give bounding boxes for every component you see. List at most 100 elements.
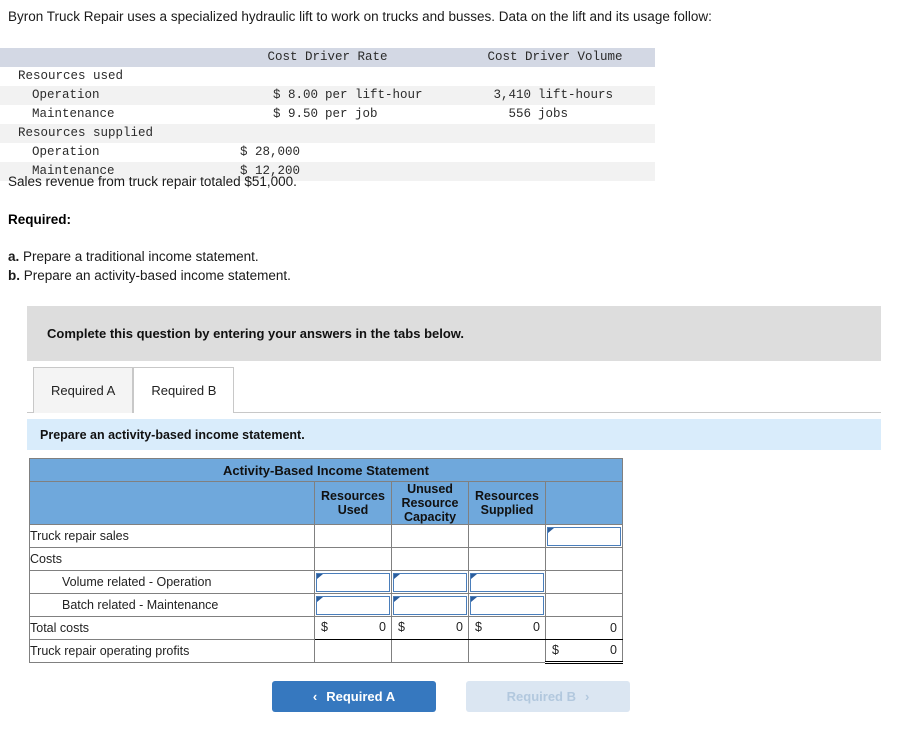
input-wrapper-maintenance-resources-used[interactable]: [316, 595, 390, 615]
cell-costs-resources-supplied: [468, 547, 546, 571]
rate-value: $ 9.50: [272, 107, 318, 121]
col-header-resources-used: Resources Used: [314, 481, 392, 525]
row-rate-resources-supplied: [200, 124, 455, 143]
input-operation-resources-supplied[interactable]: [471, 573, 543, 591]
required-a-nav-label: Required A: [326, 689, 396, 704]
input-maintenance-unused-capacity[interactable]: [394, 596, 466, 614]
row-label-maintenance-used: Maintenance: [32, 107, 115, 121]
tab-bar: Required A Required B: [33, 367, 235, 413]
input-wrapper-operation-resources-used[interactable]: [316, 572, 390, 592]
cell-sales-resources-supplied: [468, 524, 546, 548]
requirement-item-b: b. Prepare an activity-based income stat…: [8, 266, 291, 285]
col-header-blank-left: [29, 481, 315, 525]
col-header-blank-right: [545, 481, 623, 525]
required-a-nav-button[interactable]: ‹ Required A: [272, 681, 436, 712]
input-wrapper-maintenance-unused-capacity[interactable]: [393, 595, 467, 615]
row-volume-resources-supplied: [455, 124, 655, 143]
statement-title-row: Activity-Based Income Statement: [29, 458, 623, 482]
tab-required-a[interactable]: Required A: [33, 367, 134, 413]
cell-operation-resources-used[interactable]: [314, 570, 392, 594]
row-volume-operation-used: 3,410 lift-hours: [455, 86, 655, 105]
requirements-list: a. Prepare a traditional income statemen…: [8, 247, 291, 285]
required-heading: Required:: [8, 212, 72, 227]
sales-revenue-text: Sales revenue from truck repair totaled …: [8, 174, 297, 189]
row-label-volume-related-operation: Volume related - Operation: [29, 570, 315, 594]
row-volume-resources-used: [455, 67, 655, 86]
rate-unit: per job: [325, 107, 378, 121]
cell-operation-unused-capacity[interactable]: [391, 570, 469, 594]
value-operating-profit: 0: [610, 643, 617, 657]
table-row: Truck repair operating profits $0: [29, 639, 623, 664]
input-maintenance-resources-used[interactable]: [317, 596, 389, 614]
row-label-costs: Costs: [29, 547, 315, 571]
cell-operation-total: [545, 570, 623, 594]
cost-driver-data-table: Cost Driver Rate Cost Driver Volume Reso…: [0, 48, 655, 181]
row-label-operation-supplied: Operation: [32, 145, 100, 159]
row-volume-maintenance-used: 556 jobs: [455, 105, 655, 124]
money-total-unused-capacity: $0: [392, 617, 468, 639]
rate-unit: per lift-hour: [325, 88, 423, 102]
col-header-resources-supplied: Resources Supplied: [468, 481, 546, 525]
row-label-total-costs: Total costs: [29, 616, 315, 640]
data-header-blank: [0, 48, 200, 67]
value-total-costs-total: 0: [610, 620, 617, 635]
cell-profit-total: $0: [545, 639, 623, 664]
dollar-sign: $: [321, 620, 328, 634]
tab-required-b[interactable]: Required B: [133, 367, 235, 413]
cell-profit-unused-capacity: [391, 639, 469, 663]
cell-maintenance-unused-capacity[interactable]: [391, 593, 469, 617]
chevron-left-icon: ‹: [312, 689, 318, 704]
table-row: Operation $ 28,000: [0, 143, 655, 162]
input-operation-unused-capacity[interactable]: [394, 573, 466, 591]
statement-title: Activity-Based Income Statement: [29, 458, 623, 482]
row-rate-operation-used: $ 8.00 per lift-hour: [200, 86, 455, 105]
question-prompt-text: Prepare an activity-based income stateme…: [40, 427, 305, 442]
volume-value: 3,410: [493, 88, 531, 102]
value-total-resources-supplied: 0: [533, 620, 540, 634]
activity-based-income-statement-wrapper: Activity-Based Income Statement Resource…: [29, 458, 623, 664]
input-wrapper-maintenance-resources-supplied[interactable]: [470, 595, 544, 615]
data-header-cost-driver-volume: Cost Driver Volume: [487, 50, 623, 64]
requirement-b-text: Prepare an activity-based income stateme…: [20, 268, 291, 283]
data-table-header-row: Cost Driver Rate Cost Driver Volume: [0, 48, 655, 67]
rate-value: $ 28,000: [239, 145, 300, 159]
row-label-truck-repair-sales: Truck repair sales: [29, 524, 315, 548]
table-row: Costs: [29, 547, 623, 571]
statement-header-row: Resources Used Unused Resource Capacity …: [29, 481, 623, 525]
cell-total-costs-total: 0: [545, 616, 623, 640]
question-prompt-bar: Prepare an activity-based income stateme…: [27, 419, 881, 450]
required-b-nav-label: Required B: [506, 689, 576, 704]
input-operation-resources-used[interactable]: [317, 573, 389, 591]
table-row: Truck repair sales: [29, 524, 623, 548]
row-rate-operation-supplied: $ 28,000: [200, 143, 455, 162]
input-wrapper-operation-unused-capacity[interactable]: [393, 572, 467, 592]
col-header-unused-resource-capacity: Unused Resource Capacity: [391, 481, 469, 525]
row-label-batch-related-maintenance: Batch related - Maintenance: [29, 593, 315, 617]
cell-sales-total[interactable]: [545, 524, 623, 548]
money-total-resources-used: $0: [315, 617, 391, 639]
input-maintenance-resources-supplied[interactable]: [471, 596, 543, 614]
cell-costs-total: [545, 547, 623, 571]
cell-maintenance-resources-used[interactable]: [314, 593, 392, 617]
table-row: Operation $ 8.00 per lift-hour 3,410 lift-…: [0, 86, 655, 105]
cell-costs-resources-used: [314, 547, 392, 571]
required-b-nav-button[interactable]: Required B ›: [466, 681, 630, 712]
input-wrapper-operation-resources-supplied[interactable]: [470, 572, 544, 592]
cell-maintenance-resources-supplied[interactable]: [468, 593, 546, 617]
requirement-a-text: Prepare a traditional income statement.: [19, 249, 259, 264]
cell-operation-resources-supplied[interactable]: [468, 570, 546, 594]
table-row: Total costs $0 $0 $0 0: [29, 616, 623, 640]
cell-sales-resources-used: [314, 524, 392, 548]
complete-question-text: Complete this question by entering your …: [47, 326, 465, 341]
requirement-b-letter: b.: [8, 268, 20, 283]
input-sales-total[interactable]: [548, 527, 620, 545]
cell-sales-unused-capacity: [391, 524, 469, 548]
value-total-resources-used: 0: [379, 620, 386, 634]
cell-total-costs-unused-capacity: $0: [391, 616, 469, 640]
cell-costs-unused-capacity: [391, 547, 469, 571]
input-wrapper-sales-total[interactable]: [547, 526, 621, 546]
row-volume-maintenance-supplied: [455, 162, 655, 181]
cell-profit-resources-used: [314, 639, 392, 663]
data-header-cost-driver-rate: Cost Driver Rate: [267, 50, 388, 64]
complete-question-banner: Complete this question by entering your …: [27, 306, 881, 361]
